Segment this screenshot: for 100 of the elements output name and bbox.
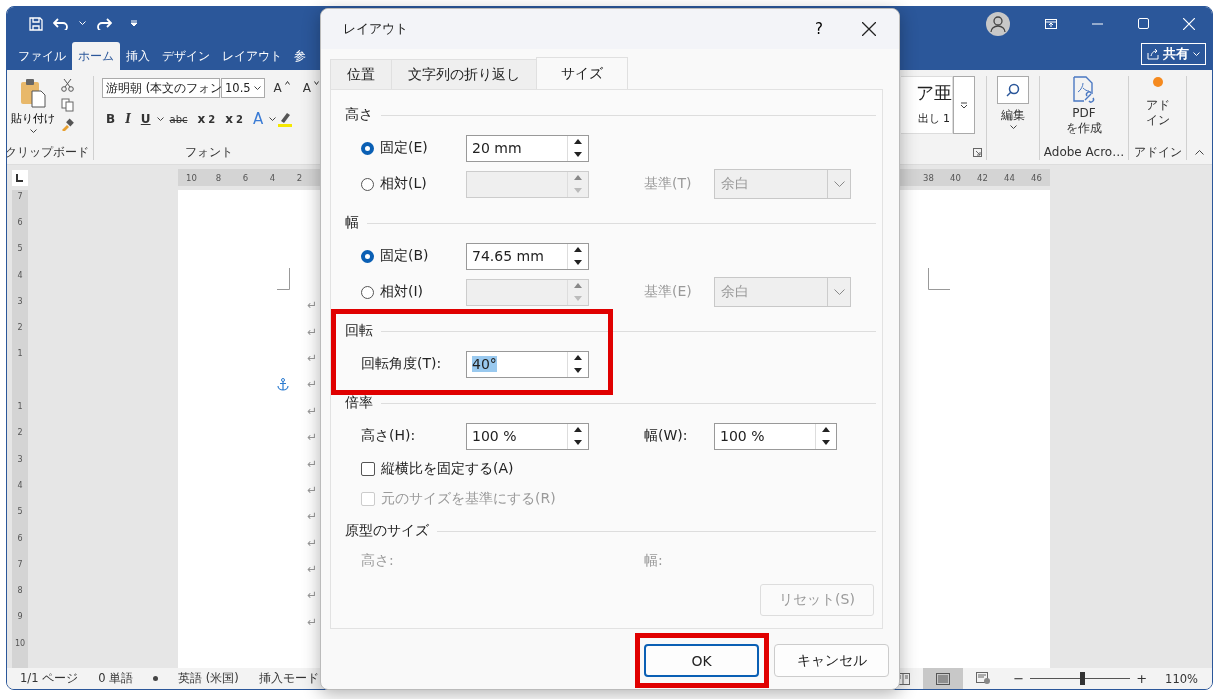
status-indicator-icon[interactable] bbox=[153, 676, 159, 681]
ruler-number: 1 bbox=[17, 402, 23, 411]
spin-down-icon[interactable] bbox=[574, 259, 582, 265]
radio-button[interactable]: 相対(L) bbox=[361, 175, 466, 193]
section-heading: 幅 bbox=[345, 214, 359, 232]
field-label: 幅: bbox=[644, 552, 664, 570]
save-icon[interactable] bbox=[29, 16, 43, 31]
ribbon-tab[interactable]: ホーム bbox=[72, 42, 120, 70]
number-field[interactable]: 100 % bbox=[714, 422, 837, 450]
cut-icon[interactable] bbox=[61, 78, 74, 92]
section-heading: 回転 bbox=[345, 322, 373, 340]
paragraph-mark: ↵ bbox=[307, 588, 318, 603]
paste-button[interactable]: 貼り付け bbox=[7, 76, 59, 144]
print-view-button[interactable] bbox=[923, 668, 964, 689]
zoom-level[interactable]: 110% bbox=[1165, 671, 1198, 686]
format-button[interactable]: abc bbox=[165, 113, 192, 125]
spin-up-icon[interactable] bbox=[574, 139, 582, 145]
ribbon-tab[interactable]: ファイル bbox=[12, 42, 72, 70]
cancel-button[interactable]: キャンセル bbox=[774, 644, 889, 677]
caret-icon[interactable] bbox=[79, 21, 86, 26]
spin-up-icon[interactable] bbox=[574, 355, 582, 361]
undo-icon[interactable] bbox=[53, 17, 69, 30]
format-button[interactable]: U bbox=[136, 112, 155, 126]
zoom-out-button[interactable]: − bbox=[1009, 671, 1029, 686]
help-button[interactable]: ? bbox=[799, 19, 839, 39]
format-button[interactable]: A bbox=[269, 81, 294, 95]
checkbox[interactable]: 縦横比を固定する(A) bbox=[361, 460, 514, 478]
ruler-number: 40 bbox=[949, 172, 962, 183]
ruler-number: 9 bbox=[17, 612, 23, 622]
anchor-icon[interactable] bbox=[277, 377, 289, 391]
format-painter-icon[interactable] bbox=[61, 118, 74, 131]
style-gallery[interactable]: ア亜 出し 1 bbox=[901, 76, 953, 134]
number-field[interactable]: 74.65 mm bbox=[466, 242, 589, 270]
section-heading: 原型のサイズ bbox=[345, 522, 429, 540]
paragraph-mark: ↵ bbox=[307, 377, 318, 392]
spin-up-icon[interactable] bbox=[574, 247, 582, 253]
tab-stop-icon[interactable] bbox=[12, 169, 28, 186]
ruler-number: 6 bbox=[17, 217, 23, 227]
dialog-tab[interactable]: 文字列の折り返し bbox=[391, 59, 537, 89]
radio-button[interactable]: 固定(E) bbox=[361, 139, 466, 157]
avatar-icon[interactable] bbox=[986, 11, 1010, 36]
radio-button[interactable]: 固定(B) bbox=[361, 247, 466, 265]
ruler-number: 3 bbox=[17, 454, 23, 464]
number-field[interactable]: 20 mm bbox=[466, 134, 589, 162]
format-button[interactable]: I bbox=[121, 112, 135, 126]
redo-icon[interactable] bbox=[96, 17, 112, 30]
customize-icon[interactable] bbox=[130, 20, 138, 27]
spin-down-icon[interactable] bbox=[574, 151, 582, 157]
dialog-title: レイアウト bbox=[343, 20, 408, 38]
paste-icon bbox=[20, 78, 46, 108]
ribbon-display-icon[interactable] bbox=[1045, 18, 1057, 29]
group-label: Adobe Acro… bbox=[1043, 145, 1125, 159]
font-name-field[interactable]: 游明朝 (本文のフォン bbox=[102, 78, 220, 98]
collapse-icon[interactable] bbox=[1195, 149, 1204, 155]
field-label: 基準(T) bbox=[644, 175, 693, 193]
group-label: アドイン bbox=[1133, 143, 1182, 161]
status-text: 1/1 ページ bbox=[20, 671, 79, 686]
number-field[interactable]: 100 % bbox=[466, 422, 589, 450]
ruler-number: 2 bbox=[17, 428, 23, 438]
copy-icon[interactable] bbox=[61, 98, 74, 112]
spin-up-icon[interactable] bbox=[574, 427, 582, 433]
font-size-field[interactable]: 10.5 bbox=[221, 78, 265, 98]
launcher-icon[interactable] bbox=[973, 147, 982, 157]
print-layout-icon bbox=[936, 672, 951, 685]
number-field[interactable]: 40° bbox=[466, 350, 589, 378]
paragraph-mark: ↵ bbox=[307, 298, 318, 313]
edit-button[interactable]: 編集 bbox=[991, 76, 1035, 130]
search-icon bbox=[1006, 83, 1020, 97]
dialog-tab[interactable]: サイズ bbox=[536, 57, 628, 89]
zoom-in-button[interactable]: + bbox=[1132, 671, 1152, 686]
add-in-button[interactable]: アド イン bbox=[1139, 76, 1176, 144]
spin-down-icon[interactable] bbox=[574, 367, 582, 373]
paragraph-mark: ↵ bbox=[307, 614, 318, 629]
spin-up-icon[interactable] bbox=[822, 427, 830, 433]
spin-down-icon[interactable] bbox=[574, 439, 582, 445]
group-label: クリップボード bbox=[7, 143, 89, 161]
dialog-tab[interactable]: 位置 bbox=[330, 59, 392, 89]
field-label: 幅(W): bbox=[644, 427, 689, 445]
radio-button[interactable]: 相対(I) bbox=[361, 283, 466, 301]
ruler-number: 2 bbox=[17, 323, 23, 333]
format-button[interactable]: A bbox=[298, 81, 324, 95]
maximize-icon[interactable] bbox=[1137, 18, 1149, 29]
close-icon[interactable] bbox=[862, 22, 876, 36]
ribbon-tab[interactable]: レイアウト bbox=[216, 42, 288, 70]
spin-down-icon[interactable] bbox=[822, 439, 830, 445]
ribbon-tab[interactable]: デザイン bbox=[156, 42, 216, 70]
ok-button[interactable]: OK bbox=[644, 644, 759, 677]
group-label: フォント bbox=[185, 143, 233, 161]
share-button[interactable]: 共有 bbox=[1141, 43, 1206, 65]
ruler-number: 4 bbox=[268, 172, 277, 183]
ribbon-tab[interactable]: 参 bbox=[288, 42, 312, 70]
create-pdf-button[interactable]: PDF を作成 bbox=[1060, 76, 1108, 144]
minimize-icon[interactable] bbox=[1091, 22, 1103, 25]
ribbon-tab[interactable]: 挿入 bbox=[120, 42, 156, 70]
format-button[interactable]: A bbox=[248, 110, 268, 128]
highlighter-icon[interactable] bbox=[278, 111, 293, 127]
down-mark-icon bbox=[314, 81, 320, 85]
zoom-slider-thumb[interactable] bbox=[1080, 672, 1086, 685]
status-text: 英語 (米国) bbox=[178, 671, 239, 686]
format-button[interactable]: B bbox=[102, 112, 120, 126]
